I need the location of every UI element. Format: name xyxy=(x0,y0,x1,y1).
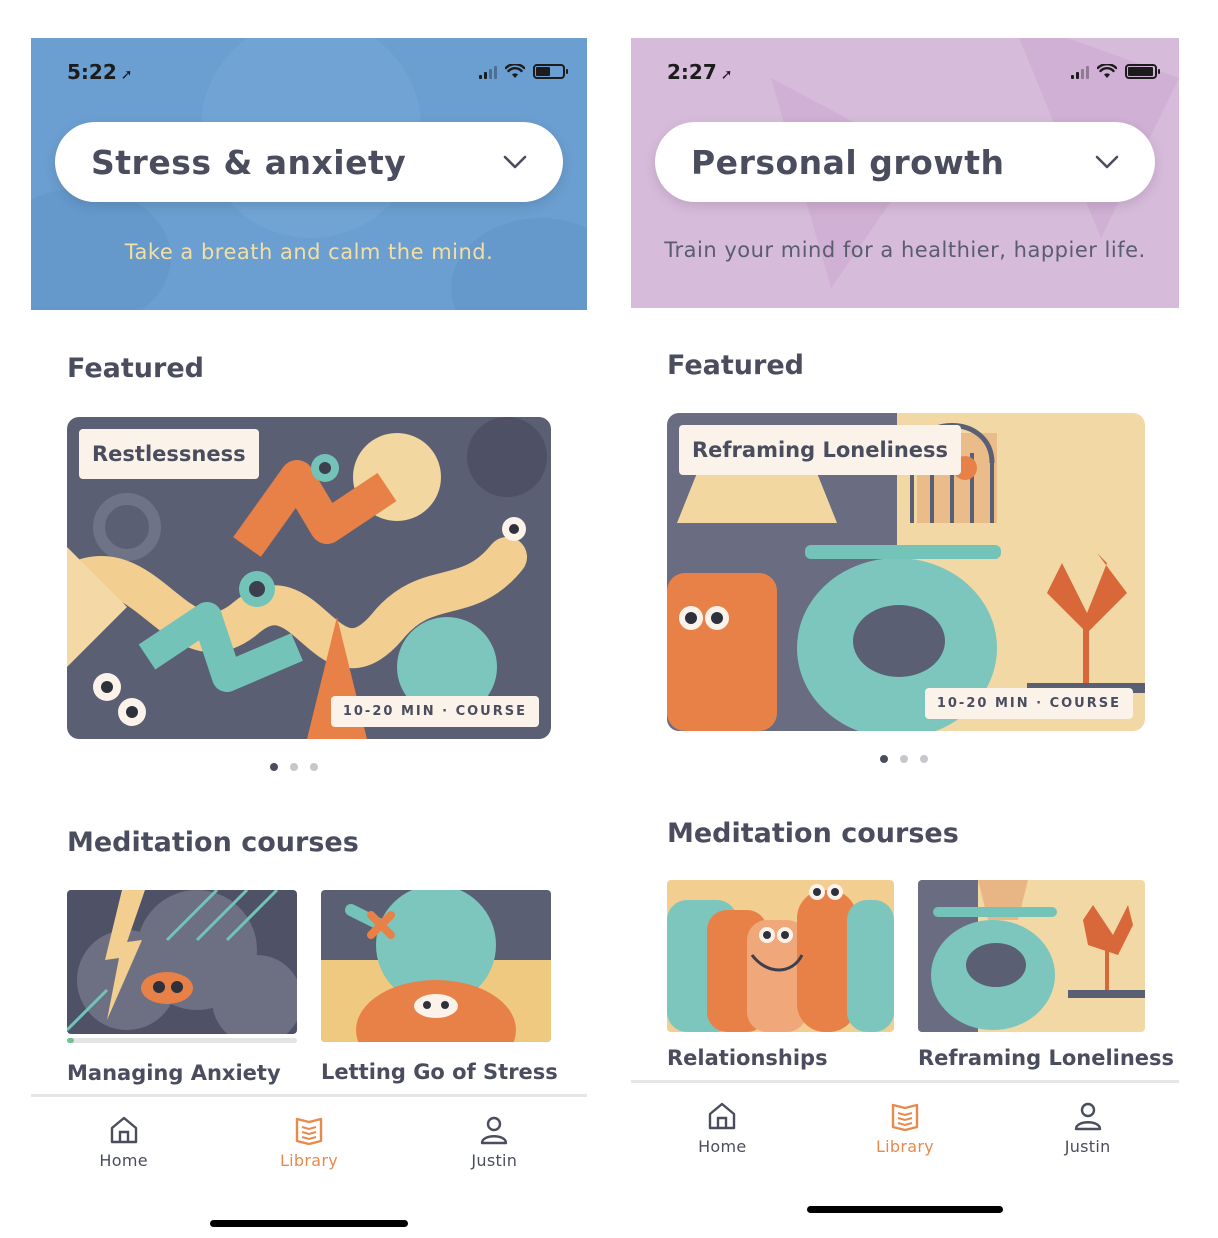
course-title: Managing Anxiety xyxy=(67,1061,281,1085)
category-tagline: Train your mind for a healthier, happier… xyxy=(664,238,1146,262)
featured-card-title: Restlessness xyxy=(79,429,259,479)
library-icon xyxy=(295,1117,323,1145)
course-list: Relationships Reframing Loneliness xyxy=(667,880,1175,1070)
page-dot[interactable] xyxy=(900,755,908,763)
tab-home-label: Home xyxy=(99,1151,148,1170)
tab-profile-label: Justin xyxy=(471,1151,518,1170)
cellular-signal-icon xyxy=(1071,65,1089,79)
library-icon xyxy=(891,1103,919,1131)
course-progress-bar xyxy=(67,1038,297,1043)
tab-home[interactable]: Home xyxy=(64,1097,184,1204)
category-hero: 5:22 ➚ Stress & anxiety Take a breath an… xyxy=(31,38,587,310)
course-title: Reframing Loneliness xyxy=(918,1046,1175,1070)
status-bar: 5:22 ➚ xyxy=(31,38,587,108)
tab-profile[interactable]: Justin xyxy=(1028,1083,1148,1190)
course-card[interactable]: Managing Anxiety xyxy=(67,890,297,1085)
course-title: Relationships xyxy=(667,1046,828,1070)
category-selector[interactable]: Stress & anxiety xyxy=(55,122,563,202)
page-dot[interactable] xyxy=(310,763,318,771)
tab-bar: Home Library Justin xyxy=(31,1094,587,1204)
tab-library-label: Library xyxy=(279,1151,338,1170)
featured-card-meta: 10-20 MIN · COURSE xyxy=(924,688,1133,719)
featured-card-meta: 10-20 MIN · COURSE xyxy=(330,696,539,727)
status-time: 5:22 ➚ xyxy=(67,60,133,84)
screen-stress-anxiety: 5:22 ➚ Stress & anxiety Take a breath an… xyxy=(31,38,587,1238)
page-indicator xyxy=(631,755,1179,763)
course-list: Managing Anxiety Letting Go of Stress xyxy=(67,890,558,1085)
tab-home[interactable]: Home xyxy=(662,1083,782,1190)
status-bar: 2:27 ➚ xyxy=(631,38,1179,108)
battery-icon xyxy=(533,64,568,79)
featured-heading: Featured xyxy=(67,353,204,384)
featured-card[interactable]: Restlessness 10-20 MIN · COURSE xyxy=(67,417,551,739)
tab-profile[interactable]: Justin xyxy=(434,1097,554,1204)
page-dot[interactable] xyxy=(880,755,888,763)
courses-heading: Meditation courses xyxy=(667,818,959,849)
wifi-icon xyxy=(1097,64,1117,78)
tab-library[interactable]: Library xyxy=(845,1083,965,1190)
courses-heading: Meditation courses xyxy=(67,827,359,858)
profile-icon xyxy=(481,1116,508,1145)
managing-anxiety-thumbnail xyxy=(67,890,297,1034)
letting-go-thumbnail xyxy=(321,890,551,1042)
featured-card-title: Reframing Loneliness xyxy=(679,425,962,475)
course-card[interactable]: Relationships xyxy=(667,880,894,1070)
profile-icon xyxy=(1074,1102,1101,1131)
page-dot[interactable] xyxy=(290,763,298,771)
tab-profile-label: Justin xyxy=(1064,1137,1111,1156)
page-dot[interactable] xyxy=(920,755,928,763)
reframing-loneliness-thumbnail xyxy=(918,880,1145,1032)
course-card[interactable]: Letting Go of Stress xyxy=(321,890,558,1085)
status-time: 2:27 ➚ xyxy=(667,60,733,84)
wifi-icon xyxy=(505,64,525,78)
category-hero: 2:27 ➚ Personal growth Train your mind f… xyxy=(631,38,1179,308)
chevron-down-icon xyxy=(1095,155,1119,169)
screen-personal-growth: 2:27 ➚ Personal growth Train your mind f… xyxy=(631,38,1179,1238)
category-selector-label: Personal growth xyxy=(691,142,1005,182)
category-selector-label: Stress & anxiety xyxy=(91,142,407,182)
category-selector[interactable]: Personal growth xyxy=(655,122,1155,202)
featured-card[interactable]: Reframing Loneliness 10-20 MIN · COURSE xyxy=(667,413,1145,731)
featured-heading: Featured xyxy=(667,350,804,381)
tab-library[interactable]: Library xyxy=(249,1097,369,1204)
course-title: Letting Go of Stress xyxy=(321,1060,558,1084)
battery-icon xyxy=(1125,64,1160,79)
page-indicator xyxy=(31,763,587,771)
tab-library-label: Library xyxy=(875,1137,934,1156)
category-tagline: Take a breath and calm the mind. xyxy=(124,240,494,264)
home-indicator[interactable] xyxy=(807,1206,1003,1213)
home-icon xyxy=(709,1102,736,1130)
course-card[interactable]: Reframing Loneliness xyxy=(918,880,1175,1070)
cellular-signal-icon xyxy=(479,65,497,79)
tab-bar: Home Library Justin xyxy=(631,1080,1179,1190)
tab-home-label: Home xyxy=(698,1137,747,1156)
page-dot[interactable] xyxy=(270,763,278,771)
relationships-thumbnail xyxy=(667,880,894,1032)
home-icon xyxy=(110,1116,137,1144)
chevron-down-icon xyxy=(503,155,527,169)
home-indicator[interactable] xyxy=(210,1220,408,1227)
